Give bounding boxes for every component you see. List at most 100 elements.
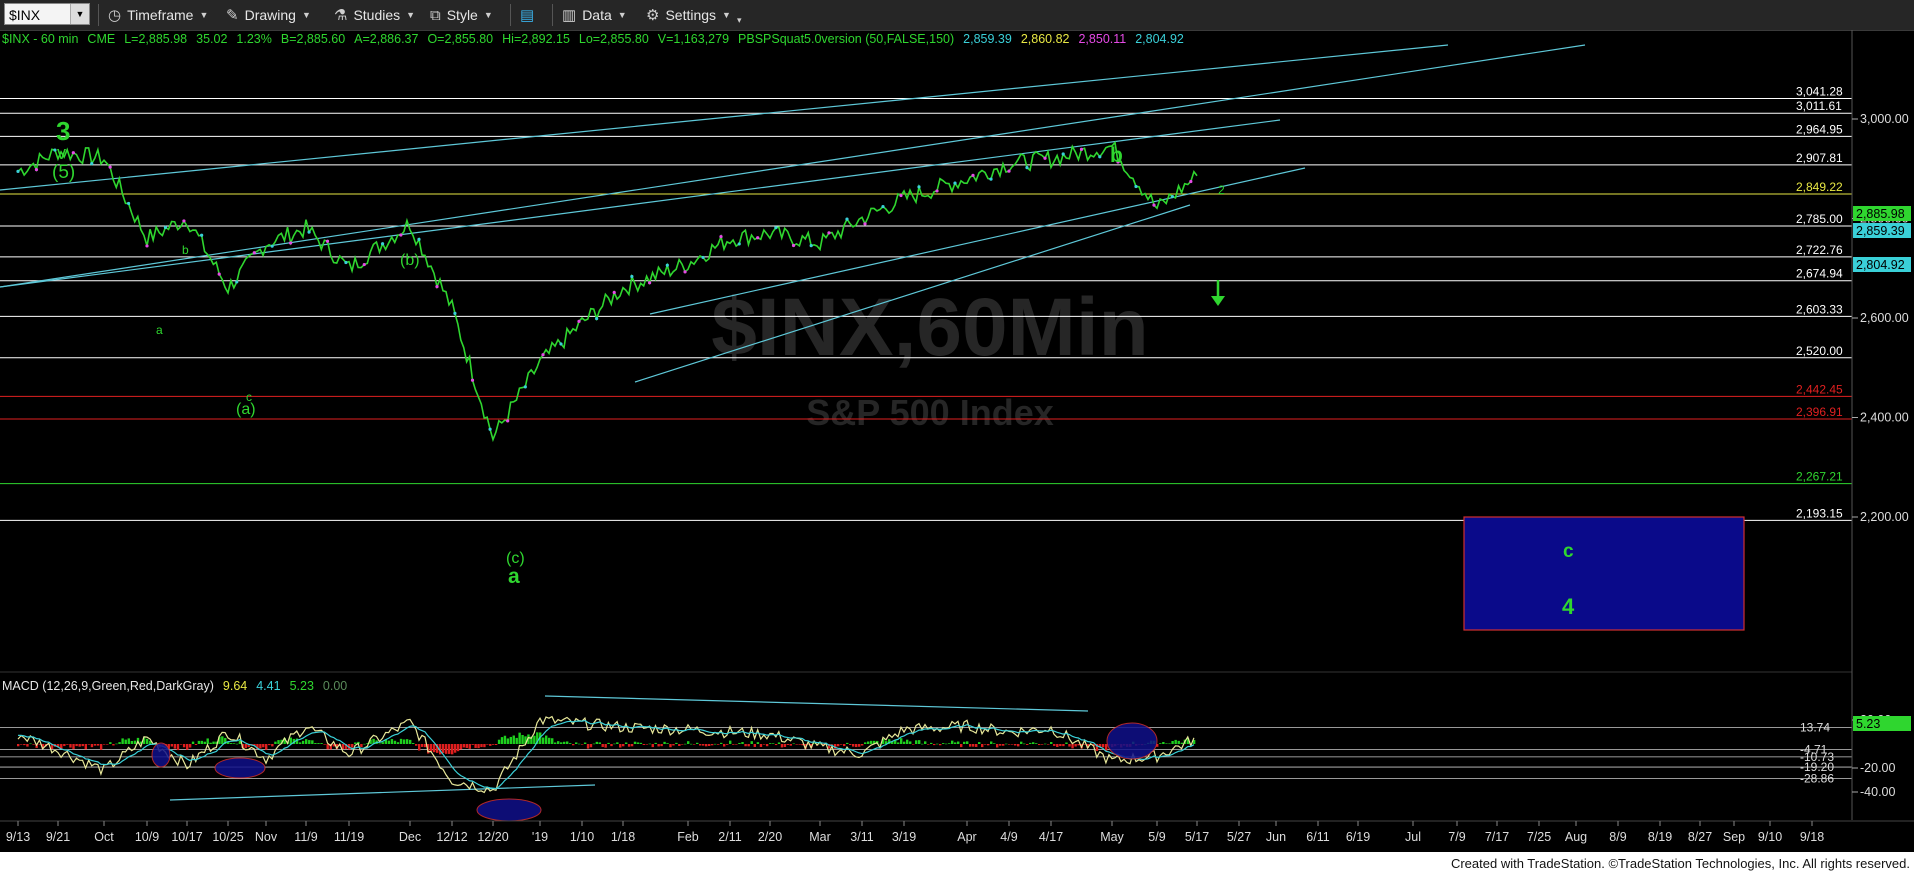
time-tick-label: 1/10 bbox=[570, 830, 594, 844]
wave-a-big-label: a bbox=[508, 565, 520, 588]
macd-bar bbox=[639, 742, 643, 744]
macd-bar bbox=[619, 744, 622, 748]
macd-bar bbox=[20, 744, 23, 745]
macd-bar bbox=[918, 740, 921, 744]
macd-bar bbox=[651, 744, 654, 748]
macd-bar bbox=[468, 744, 471, 749]
macd-bar bbox=[206, 738, 209, 744]
macd-bar bbox=[759, 744, 763, 747]
macd-bar bbox=[554, 742, 557, 744]
macd-bar bbox=[771, 743, 775, 744]
time-tick-label: 7/25 bbox=[1527, 830, 1551, 844]
macd-bar bbox=[471, 744, 474, 745]
price-point bbox=[399, 233, 403, 237]
price-point bbox=[719, 234, 723, 239]
macd-bar bbox=[78, 744, 81, 747]
macd-bar bbox=[378, 743, 381, 745]
macd-bar bbox=[1047, 744, 1050, 745]
macd-highlight-ellipse[interactable] bbox=[1106, 722, 1158, 760]
macd-bar bbox=[769, 743, 772, 744]
macd-bar bbox=[575, 742, 578, 744]
macd-bar bbox=[696, 742, 699, 744]
macd-bar bbox=[32, 744, 35, 745]
macd-bar bbox=[103, 744, 106, 745]
macd-bar bbox=[360, 744, 363, 748]
macd-trendline[interactable] bbox=[544, 695, 1089, 712]
macd-bar bbox=[462, 744, 466, 748]
macd-bar bbox=[545, 735, 548, 744]
target-zone-box[interactable] bbox=[1463, 516, 1745, 631]
macd-bar bbox=[1062, 744, 1065, 747]
price-point bbox=[756, 236, 760, 240]
time-tick-label: 6/11 bbox=[1306, 830, 1329, 844]
macd-bar bbox=[867, 741, 870, 744]
macd-bar bbox=[972, 744, 975, 747]
macd-bar bbox=[604, 744, 607, 748]
macd-signal: 4.41 bbox=[256, 679, 281, 693]
price-chart[interactable]: $INX,60Min S&P 500 Index 3,041.283,011.6… bbox=[0, 0, 1914, 852]
macd-bar bbox=[951, 740, 954, 744]
price-point bbox=[1134, 184, 1138, 189]
price-point bbox=[200, 233, 204, 237]
watermark-name: S&P 500 Index bbox=[806, 392, 1053, 433]
trendline[interactable] bbox=[0, 119, 1281, 288]
time-tick-label: May bbox=[1100, 830, 1124, 844]
time-tick-label: Sep bbox=[1723, 830, 1745, 844]
copyright-footer: Created with TradeStation. ©TradeStation… bbox=[1450, 856, 1910, 871]
price-point bbox=[217, 272, 221, 276]
time-tick-label: 11/19 bbox=[334, 830, 364, 844]
macd-bar bbox=[654, 742, 657, 744]
macd-highlight-ellipse[interactable] bbox=[476, 798, 542, 822]
macd-bar bbox=[262, 744, 265, 748]
time-tick-label: 6/19 bbox=[1346, 830, 1370, 844]
macd-highlight-ellipse[interactable] bbox=[151, 742, 171, 768]
macd-bar bbox=[1071, 744, 1074, 749]
time-tick-label: 10/9 bbox=[135, 830, 159, 844]
time-tick-label: Oct bbox=[94, 830, 114, 844]
macd-bar bbox=[115, 743, 118, 745]
macd-bar bbox=[933, 744, 936, 746]
price-point bbox=[270, 244, 274, 248]
price-point bbox=[380, 242, 385, 246]
macd-bar bbox=[843, 744, 846, 747]
time-tick-label: 10/17 bbox=[171, 830, 202, 844]
level-label: 2,849.22 bbox=[1796, 180, 1843, 194]
macd-bar bbox=[448, 744, 451, 754]
time-tick-label: 12/12 bbox=[436, 830, 467, 844]
macd-bar bbox=[672, 744, 675, 746]
price-badge-label: 2,885.98 bbox=[1856, 207, 1905, 221]
time-tick-label: 5/27 bbox=[1227, 830, 1251, 844]
macd-bar bbox=[1165, 743, 1168, 745]
price-point bbox=[108, 165, 112, 169]
macd-bar bbox=[72, 744, 75, 750]
macd-trendline[interactable] bbox=[169, 784, 596, 801]
price-badges: 2,885.98 2,859.39 2,804.92 5.23 bbox=[1853, 206, 1911, 731]
macd-bar bbox=[121, 738, 124, 744]
macd-bar bbox=[756, 742, 760, 744]
macd-bar bbox=[924, 741, 927, 744]
price-point bbox=[1170, 194, 1174, 199]
macd-bar bbox=[936, 743, 939, 745]
macd-bar bbox=[93, 744, 97, 746]
macd-bar bbox=[858, 744, 861, 747]
time-tick-label: 7/9 bbox=[1448, 830, 1465, 844]
macd-highlight-ellipse[interactable] bbox=[214, 757, 266, 779]
macd-level-label: 13.74 bbox=[1800, 721, 1830, 735]
time-tick-label: 8/27 bbox=[1688, 830, 1712, 844]
macd-title: MACD (12,26,9,Green,Red,DarkGray) bbox=[2, 679, 214, 693]
price-badge-label: 2,804.92 bbox=[1856, 258, 1905, 272]
price-point bbox=[453, 311, 457, 316]
price-tick-label: 2,200.00 bbox=[1860, 510, 1909, 524]
macd-bar bbox=[390, 739, 394, 744]
macd-bar bbox=[735, 744, 738, 745]
trendline[interactable] bbox=[0, 44, 1449, 191]
macd-bar bbox=[563, 741, 566, 744]
macd-bar bbox=[200, 740, 204, 744]
time-tick-label: Nov bbox=[255, 830, 278, 844]
macd-bar bbox=[194, 744, 198, 746]
macd-bar bbox=[268, 744, 271, 746]
macd-bar bbox=[915, 740, 918, 744]
macd-bar bbox=[966, 741, 969, 744]
macd-bar bbox=[109, 742, 112, 744]
macd-bar bbox=[453, 744, 457, 753]
